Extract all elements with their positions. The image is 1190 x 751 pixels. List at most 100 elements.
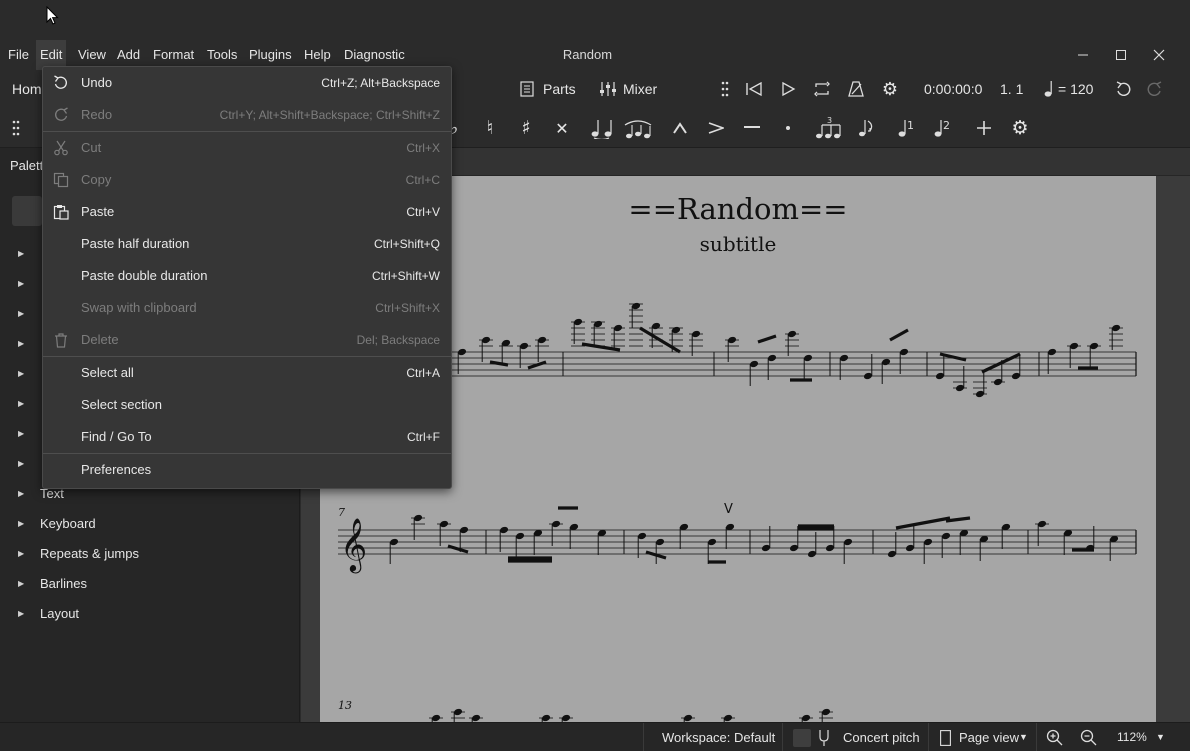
menu-item-label: Cut — [81, 140, 102, 155]
palette-item-keyboard[interactable]: ▶ Keyboard — [0, 508, 300, 538]
redo-icon[interactable] — [1142, 70, 1166, 108]
svg-text:1: 1 — [907, 119, 914, 132]
metronome-icon[interactable] — [844, 70, 868, 108]
palette-item-barlines[interactable]: ▶ Barlines — [0, 568, 300, 598]
voice-1-icon[interactable]: 1 — [890, 108, 922, 148]
menu-item-label: Redo — [81, 107, 113, 122]
flip-direction-icon[interactable] — [850, 108, 882, 148]
accent-icon[interactable] — [700, 108, 732, 148]
staccato-icon[interactable] — [772, 108, 804, 148]
menu-item-redo[interactable]: Redo Ctrl+Y; Alt+Shift+Backspace; Ctrl+S… — [43, 99, 451, 131]
menu-item-label: Find / Go To — [81, 429, 152, 444]
svg-text:2: 2 — [943, 119, 950, 132]
menu-item-paste-half-duration[interactable]: Paste half duration Ctrl+Shift+Q — [43, 228, 451, 260]
chevron-down-icon[interactable]: ▼ — [1156, 723, 1165, 751]
scissors-icon — [54, 140, 68, 156]
note-input-settings-icon[interactable]: ⚙ — [1004, 108, 1036, 148]
tuning-fork-icon — [818, 729, 830, 751]
menu-item-label: Copy — [81, 172, 112, 187]
palette-label: Repeats & jumps — [40, 545, 139, 561]
palette-label: Barlines — [40, 575, 87, 591]
menu-item-shortcut: Ctrl+Shift+Q — [373, 237, 440, 251]
maximize-icon — [1116, 50, 1126, 60]
menu-item-swap-with-clipboard[interactable]: Swap with clipboard Ctrl+Shift+X — [43, 292, 451, 324]
menu-item-shortcut: Ctrl+V — [406, 205, 440, 219]
tempo-display: = 120 — [1058, 81, 1094, 97]
play-icon[interactable] — [776, 70, 800, 108]
menu-item-shortcut: Ctrl+C — [405, 173, 440, 187]
status-bar: Workspace: Default Concert pitch Page vi… — [0, 722, 1190, 751]
menu-item-copy[interactable]: Copy Ctrl+C — [43, 164, 451, 196]
measure-beat: 1. 1 — [1000, 81, 1024, 97]
close-button[interactable] — [1140, 40, 1178, 70]
concert-pitch-label[interactable]: Concert pitch — [843, 723, 920, 751]
palette-item-repeats-jumps[interactable]: ▶ Repeats & jumps — [0, 538, 300, 568]
menu-file[interactable]: File — [4, 40, 33, 70]
menu-item-preferences[interactable]: Preferences — [43, 454, 451, 486]
minimize-icon — [1078, 54, 1088, 56]
palettes-title: Palett — [10, 158, 44, 173]
rewind-icon[interactable] — [742, 70, 766, 108]
svg-text:𝄞: 𝄞 — [340, 517, 367, 573]
tuplet-icon[interactable]: 3 — [812, 108, 844, 148]
mixer-icon — [597, 70, 619, 108]
undo-icon[interactable] — [1112, 70, 1136, 108]
menu-item-label: Swap with clipboard — [81, 300, 197, 315]
menu-item-label: Select all — [81, 365, 134, 380]
zoom-in-icon[interactable] — [1046, 729, 1064, 751]
menu-item-find-go-to[interactable]: Find / Go To Ctrl+F — [43, 421, 451, 453]
zoom-out-icon[interactable] — [1080, 729, 1098, 751]
tenuto-icon[interactable] — [736, 108, 768, 148]
menu-item-shortcut: Ctrl+Z; Alt+Backspace — [321, 76, 440, 90]
add-icon[interactable] — [968, 108, 1000, 148]
copy-icon — [53, 172, 69, 188]
menu-item-shortcut: Ctrl+Shift+X — [375, 301, 440, 315]
concert-pitch-checkbox[interactable] — [793, 729, 811, 747]
menu-item-label: Delete — [81, 332, 119, 347]
menu-item-delete[interactable]: Delete Del; Backspace — [43, 324, 451, 356]
add-palette-button[interactable] — [12, 196, 42, 226]
drag-handle-icon[interactable] — [714, 70, 736, 108]
menu-item-cut[interactable]: Cut Ctrl+X — [43, 132, 451, 164]
status-divider — [928, 723, 929, 751]
menu-item-shortcut: Ctrl+A — [406, 366, 440, 380]
trash-icon — [55, 333, 67, 348]
parts-button[interactable]: Parts — [543, 70, 576, 108]
loop-icon[interactable] — [810, 70, 834, 108]
menu-item-label: Paste half duration — [81, 236, 190, 251]
playback-settings-icon[interactable]: ⚙ — [878, 70, 902, 108]
menu-item-label: Paste double duration — [81, 268, 208, 283]
slur-icon[interactable] — [622, 108, 654, 148]
minimize-button[interactable] — [1064, 40, 1102, 70]
menu-item-label: Preferences — [81, 462, 152, 477]
double-sharp-icon[interactable]: ✕ — [546, 108, 578, 148]
maximize-button[interactable] — [1102, 40, 1140, 70]
menu-item-paste-double-duration[interactable]: Paste double duration Ctrl+Shift+W — [43, 260, 451, 292]
playback-time: 0:00:00:0 — [924, 81, 983, 97]
redo-icon — [55, 107, 68, 121]
drag-handle-icon[interactable] — [0, 108, 32, 148]
menu-item-paste[interactable]: Paste Ctrl+V — [43, 196, 451, 228]
parts-icon — [516, 70, 538, 108]
menu-item-shortcut: Ctrl+Y; Alt+Shift+Backspace; Ctrl+Shift+… — [219, 108, 440, 122]
natural-icon[interactable]: ♮ — [474, 108, 506, 148]
zoom-level[interactable]: 112% — [1117, 723, 1147, 751]
palette-item-layout[interactable]: ▶ Layout — [0, 598, 300, 628]
menu-item-label: Paste — [81, 204, 115, 219]
workspace-selector[interactable]: Workspace: Default — [662, 723, 775, 751]
menu-item-select-all[interactable]: Select all Ctrl+A — [43, 357, 451, 389]
close-icon — [1153, 49, 1165, 61]
menu-item-select-section[interactable]: Select section — [43, 389, 451, 421]
tie-icon[interactable] — [586, 108, 618, 148]
voice-2-icon[interactable]: 2 — [926, 108, 958, 148]
marcato-icon[interactable] — [664, 108, 696, 148]
window-title: Random — [562, 47, 613, 62]
menu-item-undo[interactable]: Undo Ctrl+Z; Alt+Backspace — [43, 67, 451, 99]
sharp-icon[interactable]: ♯ — [510, 108, 542, 148]
mixer-button[interactable]: Mixer — [623, 70, 657, 108]
view-mode-selector[interactable]: Page view — [959, 723, 1019, 751]
chevron-down-icon[interactable]: ▼ — [1019, 723, 1028, 751]
home-tab[interactable]: Hom — [12, 70, 42, 108]
mouse-cursor-icon — [46, 6, 59, 25]
status-divider — [782, 723, 783, 751]
